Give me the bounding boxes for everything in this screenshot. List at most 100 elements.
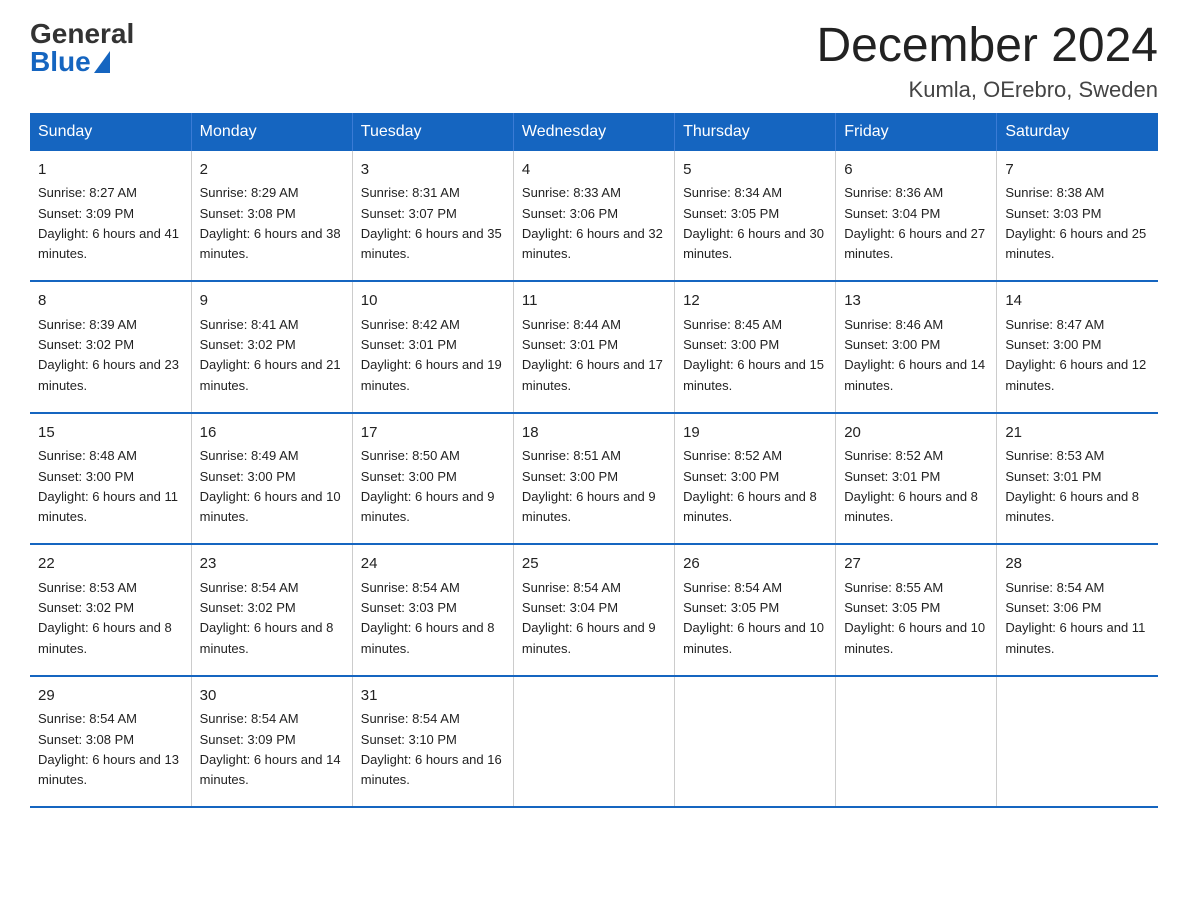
day-info: Sunrise: 8:41 AMSunset: 3:02 PMDaylight:… <box>200 317 341 393</box>
calendar-cell: 28 Sunrise: 8:54 AMSunset: 3:06 PMDayligh… <box>997 544 1158 676</box>
day-info: Sunrise: 8:47 AMSunset: 3:00 PMDaylight:… <box>1005 317 1146 393</box>
day-info: Sunrise: 8:44 AMSunset: 3:01 PMDaylight:… <box>522 317 663 393</box>
calendar-cell: 5 Sunrise: 8:34 AMSunset: 3:05 PMDaylight… <box>675 151 836 282</box>
day-info: Sunrise: 8:46 AMSunset: 3:00 PMDaylight:… <box>844 317 985 393</box>
calendar-cell: 9 Sunrise: 8:41 AMSunset: 3:02 PMDaylight… <box>191 281 352 413</box>
logo: General Blue <box>30 20 134 76</box>
day-number: 24 <box>361 553 505 576</box>
day-info: Sunrise: 8:48 AMSunset: 3:00 PMDaylight:… <box>38 448 178 524</box>
calendar-cell: 31 Sunrise: 8:54 AMSunset: 3:10 PMDayligh… <box>352 676 513 808</box>
calendar-cell: 27 Sunrise: 8:55 AMSunset: 3:05 PMDayligh… <box>836 544 997 676</box>
day-number: 9 <box>200 290 344 313</box>
calendar-cell: 22 Sunrise: 8:53 AMSunset: 3:02 PMDayligh… <box>30 544 191 676</box>
day-info: Sunrise: 8:54 AMSunset: 3:02 PMDaylight:… <box>200 580 334 656</box>
calendar-cell: 10 Sunrise: 8:42 AMSunset: 3:01 PMDayligh… <box>352 281 513 413</box>
calendar-cell: 3Sunrise: 8:31 AMSunset: 3:07 PMDaylight… <box>352 151 513 282</box>
day-number: 12 <box>683 290 827 313</box>
weekday-header-friday: Friday <box>836 113 997 151</box>
day-number: 26 <box>683 553 827 576</box>
calendar-table: SundayMondayTuesdayWednesdayThursdayFrid… <box>30 113 1158 809</box>
logo-general-text: General <box>30 20 134 48</box>
day-number: 29 <box>38 685 183 708</box>
day-number: 16 <box>200 422 344 445</box>
day-number: 31 <box>361 685 505 708</box>
calendar-cell <box>997 676 1158 808</box>
day-info: Sunrise: 8:54 AMSunset: 3:10 PMDaylight:… <box>361 711 502 787</box>
day-number: 10 <box>361 290 505 313</box>
calendar-week-row: 1Sunrise: 8:27 AMSunset: 3:09 PMDaylight… <box>30 151 1158 282</box>
day-number: 18 <box>522 422 666 445</box>
day-info: Sunrise: 8:34 AMSunset: 3:05 PMDaylight:… <box>683 185 824 261</box>
day-number: 14 <box>1005 290 1150 313</box>
calendar-cell: 30 Sunrise: 8:54 AMSunset: 3:09 PMDayligh… <box>191 676 352 808</box>
calendar-week-row: 8Sunrise: 8:39 AMSunset: 3:02 PMDaylight… <box>30 281 1158 413</box>
calendar-cell: 15Sunrise: 8:48 AMSunset: 3:00 PMDayligh… <box>30 413 191 545</box>
day-number: 1 <box>38 159 183 182</box>
day-number: 23 <box>200 553 344 576</box>
weekday-header-row: SundayMondayTuesdayWednesdayThursdayFrid… <box>30 113 1158 151</box>
calendar-cell: 12 Sunrise: 8:45 AMSunset: 3:00 PMDayligh… <box>675 281 836 413</box>
calendar-cell: 11 Sunrise: 8:44 AMSunset: 3:01 PMDayligh… <box>513 281 674 413</box>
day-number: 27 <box>844 553 988 576</box>
day-number: 25 <box>522 553 666 576</box>
day-info: Sunrise: 8:29 AMSunset: 3:08 PMDaylight:… <box>200 185 341 261</box>
calendar-cell: 19Sunrise: 8:52 AMSunset: 3:00 PMDayligh… <box>675 413 836 545</box>
weekday-header-tuesday: Tuesday <box>352 113 513 151</box>
day-info: Sunrise: 8:42 AMSunset: 3:01 PMDaylight:… <box>361 317 502 393</box>
day-number: 11 <box>522 290 666 313</box>
day-info: Sunrise: 8:53 AMSunset: 3:01 PMDaylight:… <box>1005 448 1139 524</box>
calendar-cell: 14 Sunrise: 8:47 AMSunset: 3:00 PMDayligh… <box>997 281 1158 413</box>
calendar-cell: 1Sunrise: 8:27 AMSunset: 3:09 PMDaylight… <box>30 151 191 282</box>
calendar-cell: 20 Sunrise: 8:52 AMSunset: 3:01 PMDayligh… <box>836 413 997 545</box>
day-info: Sunrise: 8:51 AMSunset: 3:00 PMDaylight:… <box>522 448 656 524</box>
location: Kumla, OErebro, Sweden <box>816 77 1158 103</box>
day-number: 20 <box>844 422 988 445</box>
page-header: General Blue December 2024 Kumla, OErebr… <box>30 20 1158 103</box>
day-info: Sunrise: 8:52 AMSunset: 3:01 PMDaylight:… <box>844 448 978 524</box>
calendar-cell: 16 Sunrise: 8:49 AMSunset: 3:00 PMDayligh… <box>191 413 352 545</box>
day-info: Sunrise: 8:54 AMSunset: 3:03 PMDaylight:… <box>361 580 495 656</box>
day-info: Sunrise: 8:54 AMSunset: 3:05 PMDaylight:… <box>683 580 824 656</box>
day-number: 5 <box>683 159 827 182</box>
calendar-week-row: 15Sunrise: 8:48 AMSunset: 3:00 PMDayligh… <box>30 413 1158 545</box>
calendar-cell: 26 Sunrise: 8:54 AMSunset: 3:05 PMDayligh… <box>675 544 836 676</box>
weekday-header-wednesday: Wednesday <box>513 113 674 151</box>
day-number: 13 <box>844 290 988 313</box>
calendar-week-row: 22 Sunrise: 8:53 AMSunset: 3:02 PMDayligh… <box>30 544 1158 676</box>
day-number: 21 <box>1005 422 1150 445</box>
calendar-cell: 23 Sunrise: 8:54 AMSunset: 3:02 PMDayligh… <box>191 544 352 676</box>
calendar-cell: 6 Sunrise: 8:36 AMSunset: 3:04 PMDaylight… <box>836 151 997 282</box>
day-number: 30 <box>200 685 344 708</box>
day-number: 22 <box>38 553 183 576</box>
day-info: Sunrise: 8:36 AMSunset: 3:04 PMDaylight:… <box>844 185 985 261</box>
day-number: 6 <box>844 159 988 182</box>
day-info: Sunrise: 8:53 AMSunset: 3:02 PMDaylight:… <box>38 580 172 656</box>
day-number: 7 <box>1005 159 1150 182</box>
day-info: Sunrise: 8:45 AMSunset: 3:00 PMDaylight:… <box>683 317 824 393</box>
calendar-cell: 18 Sunrise: 8:51 AMSunset: 3:00 PMDayligh… <box>513 413 674 545</box>
day-info: Sunrise: 8:38 AMSunset: 3:03 PMDaylight:… <box>1005 185 1146 261</box>
calendar-week-row: 29Sunrise: 8:54 AMSunset: 3:08 PMDayligh… <box>30 676 1158 808</box>
day-number: 28 <box>1005 553 1150 576</box>
day-info: Sunrise: 8:55 AMSunset: 3:05 PMDaylight:… <box>844 580 985 656</box>
calendar-cell <box>675 676 836 808</box>
day-info: Sunrise: 8:50 AMSunset: 3:00 PMDaylight:… <box>361 448 495 524</box>
day-info: Sunrise: 8:33 AMSunset: 3:06 PMDaylight:… <box>522 185 663 261</box>
calendar-cell <box>513 676 674 808</box>
calendar-cell: 13 Sunrise: 8:46 AMSunset: 3:00 PMDayligh… <box>836 281 997 413</box>
month-title: December 2024 <box>816 20 1158 73</box>
calendar-cell <box>836 676 997 808</box>
weekday-header-saturday: Saturday <box>997 113 1158 151</box>
weekday-header-sunday: Sunday <box>30 113 191 151</box>
calendar-cell: 24 Sunrise: 8:54 AMSunset: 3:03 PMDayligh… <box>352 544 513 676</box>
logo-triangle-icon <box>94 51 110 73</box>
day-info: Sunrise: 8:49 AMSunset: 3:00 PMDaylight:… <box>200 448 341 524</box>
calendar-cell: 25Sunrise: 8:54 AMSunset: 3:04 PMDayligh… <box>513 544 674 676</box>
day-info: Sunrise: 8:54 AMSunset: 3:09 PMDaylight:… <box>200 711 341 787</box>
day-number: 2 <box>200 159 344 182</box>
calendar-cell: 8Sunrise: 8:39 AMSunset: 3:02 PMDaylight… <box>30 281 191 413</box>
logo-blue-text: Blue <box>30 48 110 76</box>
day-info: Sunrise: 8:54 AMSunset: 3:06 PMDaylight:… <box>1005 580 1145 656</box>
calendar-cell: 7 Sunrise: 8:38 AMSunset: 3:03 PMDaylight… <box>997 151 1158 282</box>
day-number: 8 <box>38 290 183 313</box>
